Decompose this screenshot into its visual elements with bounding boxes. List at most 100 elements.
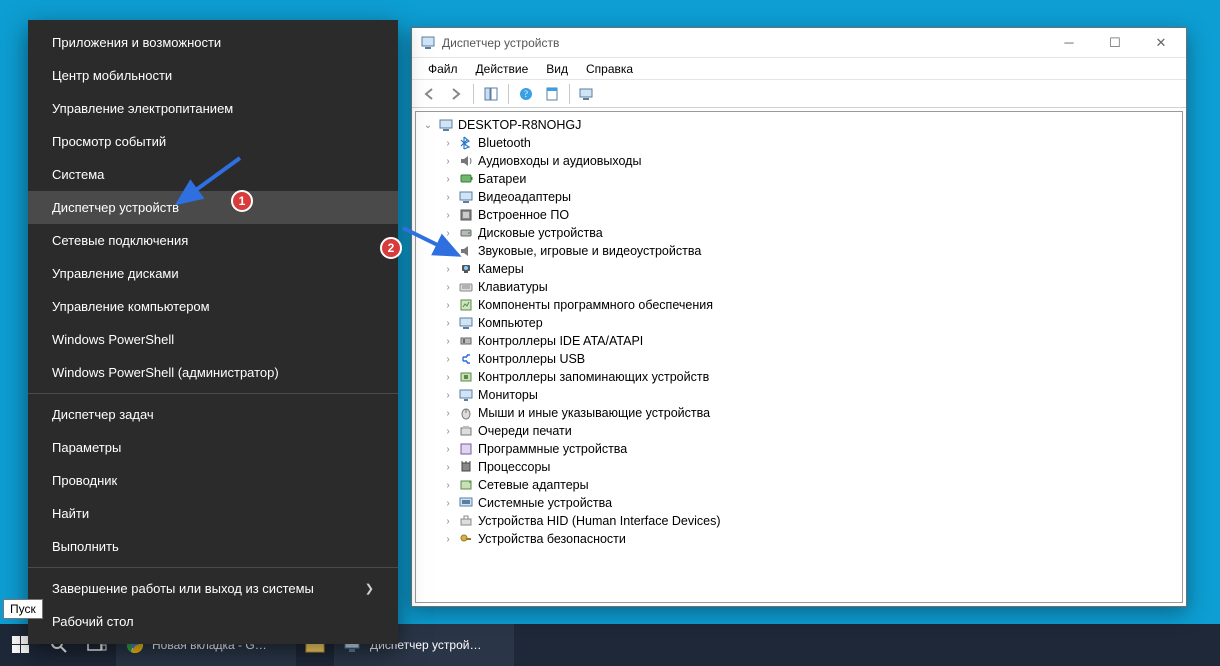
expand-icon[interactable]: › [442,336,454,347]
computer-icon [438,117,454,133]
device-category[interactable]: ›Батареи [422,170,1176,188]
device-category[interactable]: ›Мониторы [422,386,1176,404]
winx-powershell-admin[interactable]: Windows PowerShell (администратор) [28,356,398,389]
close-button[interactable]: ✕ [1138,29,1184,57]
expand-icon[interactable]: › [442,246,454,257]
expand-icon[interactable]: › [442,534,454,545]
expand-icon[interactable]: › [442,174,454,185]
device-category[interactable]: › Устройства безопасности [422,530,1176,548]
expand-icon[interactable]: › [442,318,454,329]
device-category[interactable]: ›Очереди печати [422,422,1176,440]
winx-item-label: Завершение работы или выход из системы [52,581,314,596]
expand-icon[interactable]: › [442,192,454,203]
expand-icon[interactable]: › [442,462,454,473]
device-category[interactable]: ›Встроенное ПО [422,206,1176,224]
device-category[interactable]: › Компоненты программного обеспечения [422,296,1176,314]
category-icon [458,279,474,295]
expand-icon[interactable]: › [442,408,454,419]
category-icon [458,225,474,241]
collapse-icon[interactable]: ⌄ [422,120,434,131]
expand-icon[interactable]: › [442,444,454,455]
expand-icon[interactable]: › [442,426,454,437]
category-icon [458,387,474,403]
expand-icon[interactable]: › [442,264,454,275]
menu-help[interactable]: Справка [578,60,641,78]
winx-task-manager[interactable]: Диспетчер задач [28,398,398,431]
expand-icon[interactable]: › [442,372,454,383]
toolbar-separator [473,84,474,104]
category-icon [458,207,474,223]
category-icon [458,423,474,439]
winx-search[interactable]: Найти [28,497,398,530]
winx-device-manager[interactable]: Диспетчер устройств [28,191,398,224]
winx-event-viewer[interactable]: Просмотр событий [28,125,398,158]
expand-icon[interactable]: › [442,498,454,509]
device-category[interactable]: ›Системные устройства [422,494,1176,512]
winx-shutdown-signout[interactable]: Завершение работы или выход из системы ❯ [28,572,398,605]
menu-view[interactable]: Вид [538,60,576,78]
winx-settings[interactable]: Параметры [28,431,398,464]
device-category[interactable]: ›Сетевые адаптеры [422,476,1176,494]
winx-mobility-center[interactable]: Центр мобильности [28,59,398,92]
device-category[interactable]: ›Контроллеры IDE ATA/ATAPI [422,332,1176,350]
expand-icon[interactable]: › [442,480,454,491]
toolbar[interactable]: ? [412,80,1186,108]
nav-back-button[interactable] [418,83,442,105]
winx-item-label: Просмотр событий [52,134,166,149]
device-category[interactable]: ›Видеоадаптеры [422,188,1176,206]
expand-icon[interactable]: › [442,156,454,167]
device-category[interactable]: ›Мыши и иные указывающие устройства [422,404,1176,422]
device-category[interactable]: ›Компьютер [422,314,1176,332]
device-category[interactable]: ›Контроллеры запоминающих устройств [422,368,1176,386]
winx-power-options[interactable]: Управление электропитанием [28,92,398,125]
winx-system[interactable]: Система [28,158,398,191]
device-category[interactable]: ›Звуковые, игровые и видеоустройства [422,242,1176,260]
device-manager-window[interactable]: Диспетчер устройств ─ ☐ ✕ Файл Действие … [411,27,1187,607]
category-label: Компоненты программного обеспечения [478,298,713,312]
toolbar-separator [569,84,570,104]
expand-icon[interactable]: › [442,300,454,311]
winx-computer-management[interactable]: Управление компьютером [28,290,398,323]
expand-icon[interactable]: › [442,516,454,527]
nav-forward-button[interactable] [444,83,468,105]
device-category[interactable]: ›Аудиовходы и аудиовыходы [422,152,1176,170]
device-category[interactable]: › Программные устройства [422,440,1176,458]
winx-menu[interactable]: Приложения и возможности Центр мобильнос… [28,20,398,644]
expand-icon[interactable]: › [442,282,454,293]
winx-powershell[interactable]: Windows PowerShell [28,323,398,356]
expand-icon[interactable]: › [442,210,454,221]
winx-item-label: Центр мобильности [52,68,172,83]
properties-button[interactable] [540,83,564,105]
expand-icon[interactable]: › [442,390,454,401]
expand-icon[interactable]: › [442,228,454,239]
menu-action[interactable]: Действие [468,60,537,78]
winx-apps-features[interactable]: Приложения и возможности [28,26,398,59]
winx-desktop[interactable]: Рабочий стол [28,605,398,638]
category-label: Программные устройства [478,442,627,456]
menu-file[interactable]: Файл [420,60,466,78]
device-category[interactable]: ›Bluetooth [422,134,1176,152]
device-category[interactable]: ›Процессоры [422,458,1176,476]
winx-network-connections[interactable]: Сетевые подключения [28,224,398,257]
device-category[interactable]: ›Устройства HID (Human Interface Devices… [422,512,1176,530]
category-label: Устройства безопасности [478,532,626,546]
winx-item-label: Рабочий стол [52,614,134,629]
tree-root[interactable]: ⌄ DESKTOP-R8NOHGJ [422,116,1176,134]
expand-icon[interactable]: › [442,354,454,365]
device-category[interactable]: ›Камеры [422,260,1176,278]
menubar[interactable]: Файл Действие Вид Справка [412,58,1186,80]
winx-disk-management[interactable]: Управление дисками [28,257,398,290]
maximize-button[interactable]: ☐ [1092,29,1138,57]
device-category[interactable]: ›Контроллеры USB [422,350,1176,368]
expand-icon[interactable]: › [442,138,454,149]
winx-run[interactable]: Выполнить [28,530,398,563]
device-tree[interactable]: ⌄ DESKTOP-R8NOHGJ ›Bluetooth›Аудиовходы … [415,111,1183,603]
device-category[interactable]: ›Клавиатуры [422,278,1176,296]
device-category[interactable]: ›Дисковые устройства [422,224,1176,242]
show-hide-tree-button[interactable] [479,83,503,105]
minimize-button[interactable]: ─ [1046,29,1092,57]
winx-explorer[interactable]: Проводник [28,464,398,497]
help-button[interactable]: ? [514,83,538,105]
titlebar[interactable]: Диспетчер устройств ─ ☐ ✕ [412,28,1186,58]
scan-hardware-button[interactable] [575,83,599,105]
